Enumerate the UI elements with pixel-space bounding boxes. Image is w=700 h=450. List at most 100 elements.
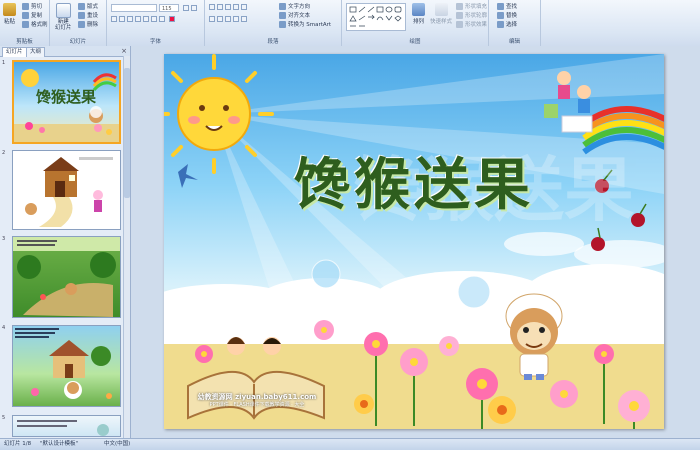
- font-group: 115 字体: [107, 0, 205, 46]
- shape-fill-button[interactable]: 形状填充: [456, 2, 487, 10]
- tab-outline[interactable]: 大纲: [26, 47, 46, 57]
- clipboard-group: 粘贴 剪切 复制 格式刷 剪贴板: [0, 0, 50, 46]
- shape-outline-button[interactable]: 形状轮廓: [456, 11, 487, 19]
- font-label: 字体: [149, 39, 161, 45]
- find-button[interactable]: 查找: [497, 2, 517, 10]
- delete-slide-button[interactable]: 删除: [78, 20, 98, 28]
- spacing-button[interactable]: [151, 16, 157, 22]
- slide-counter: 幻灯片 1/8: [4, 441, 32, 447]
- scrollbar-thumb[interactable]: [124, 68, 130, 198]
- fill-icon: [456, 2, 463, 10]
- strike-button[interactable]: [135, 16, 141, 22]
- quick-styles-button[interactable]: 快速样式: [430, 3, 452, 25]
- drawing-group: 排列 快速样式 形状填充 形状轮廓 形状效果 绘图: [342, 0, 489, 46]
- text-direction-button[interactable]: 文字方向: [279, 2, 310, 10]
- thumb-number: 3: [2, 236, 6, 242]
- editing-label: 编辑: [508, 39, 520, 45]
- ribbon: 粘贴 剪切 复制 格式刷 剪贴板 新建 幻灯片 版式 重设 删除 幻灯片 115…: [0, 0, 700, 47]
- select-icon: [497, 20, 504, 28]
- thumb-3-art: [13, 237, 120, 317]
- panel-tabs: 幻灯片 大纲 ×: [0, 46, 130, 57]
- panel-close-icon[interactable]: ×: [121, 47, 127, 55]
- replace-button[interactable]: 替换: [497, 11, 517, 19]
- slides-panel: 幻灯片 大纲 × 1 馋猴送果 2 3 4 5: [0, 46, 131, 438]
- bullets-button[interactable]: [209, 4, 215, 10]
- slide-canvas[interactable]: 馋猴送果 馋猴送果 幼教资源网 ziyuan.baby611.com PPT课件…: [164, 54, 664, 429]
- shadow-button[interactable]: [143, 16, 149, 22]
- decrease-indent-button[interactable]: [225, 4, 231, 10]
- shape-effects-button[interactable]: 形状效果: [456, 20, 487, 28]
- bold-button[interactable]: [111, 16, 117, 22]
- bubble: [457, 275, 491, 309]
- thumb-1-title: 馋猴送果: [35, 88, 97, 106]
- language-status[interactable]: 中文(中国): [104, 439, 130, 450]
- increase-indent-button[interactable]: [233, 4, 239, 10]
- font-size-combo[interactable]: 115: [159, 4, 179, 12]
- new-slide-icon: [55, 3, 71, 18]
- slide-thumb-2[interactable]: [12, 150, 121, 230]
- numbering-button[interactable]: [217, 4, 223, 10]
- align-center-button[interactable]: [217, 16, 223, 22]
- thumb-1-art: 馋猴送果: [14, 69, 119, 142]
- theme-name: "默认设计模板": [40, 441, 79, 447]
- case-button[interactable]: [159, 16, 165, 22]
- slide-editor: 馋猴送果 馋猴送果 幼教资源网 ziyuan.baby611.com PPT课件…: [131, 46, 700, 438]
- shapes-gallery-icons: [349, 6, 402, 27]
- cut-button[interactable]: 剪切: [22, 2, 42, 10]
- align-right-button[interactable]: [225, 16, 231, 22]
- slides-group: 新建 幻灯片 版式 重设 删除 幻灯片: [50, 0, 107, 46]
- font-color-button[interactable]: [169, 16, 175, 22]
- underline-button[interactable]: [127, 16, 133, 22]
- thumb-5-art: [17, 420, 109, 436]
- site-watermark-sub: PPT课件 · FLASH课件下载教学资源 · 大全: [209, 402, 305, 408]
- sun-icon: [164, 54, 274, 174]
- panel-scrollbar[interactable]: [123, 56, 130, 438]
- justify-button[interactable]: [233, 16, 239, 22]
- align-left-button[interactable]: [209, 16, 215, 22]
- slide-thumb-4[interactable]: [12, 325, 121, 407]
- outline-icon: [456, 11, 463, 19]
- bubble: [311, 259, 341, 289]
- reset-icon: [78, 11, 85, 19]
- paragraph-label: 段落: [267, 39, 279, 45]
- font-name-combo[interactable]: [111, 4, 157, 12]
- text-direction-icon: [279, 2, 286, 10]
- shapes-gallery[interactable]: [346, 3, 406, 31]
- layout-button[interactable]: 版式: [78, 2, 98, 10]
- columns-button[interactable]: [241, 16, 247, 22]
- binoculars-icon: [497, 2, 504, 10]
- line-spacing-button[interactable]: [241, 4, 247, 10]
- paste-button[interactable]: 粘贴: [3, 3, 16, 25]
- grow-font-button[interactable]: [183, 5, 189, 11]
- select-button[interactable]: 选择: [497, 20, 517, 28]
- quick-styles-icon: [434, 3, 448, 16]
- clouds: [164, 232, 664, 344]
- thumb-4-art: [15, 328, 112, 399]
- tab-slides[interactable]: 幻灯片: [2, 47, 27, 57]
- scissors-icon: [22, 2, 29, 10]
- format-painter-button[interactable]: 格式刷: [22, 20, 48, 28]
- copy-icon: [22, 11, 29, 19]
- slide-thumb-5[interactable]: [12, 415, 121, 437]
- delete-icon: [78, 20, 85, 28]
- italic-button[interactable]: [119, 16, 125, 22]
- slide-artwork: 馋猴送果: [164, 54, 664, 429]
- slide-thumb-3[interactable]: [12, 236, 121, 318]
- reset-button[interactable]: 重设: [78, 11, 98, 19]
- status-bar: 幻灯片 1/8 "默认设计模板" 中文(中国): [0, 438, 700, 450]
- align-text-button[interactable]: 对齐文本: [279, 11, 310, 19]
- thumb-number: 1: [2, 60, 6, 66]
- effects-icon: [456, 20, 463, 28]
- new-slide-button[interactable]: 新建 幻灯片: [55, 3, 72, 31]
- arrange-button[interactable]: 排列: [412, 3, 425, 25]
- copy-button[interactable]: 复制: [22, 11, 42, 19]
- clipboard-label: 剪贴板: [16, 39, 33, 45]
- slide-thumb-1[interactable]: 馋猴送果: [12, 60, 121, 144]
- smartart-button[interactable]: 转换为 SmartArt: [279, 20, 331, 28]
- slide-title[interactable]: 馋猴送果: [224, 156, 604, 216]
- thumb-number: 5: [2, 415, 6, 421]
- editing-group: 查找 替换 选择 编辑: [489, 0, 541, 46]
- shrink-font-button[interactable]: [191, 5, 197, 11]
- drawing-label: 绘图: [409, 39, 421, 45]
- thumb-2-art: [25, 157, 113, 227]
